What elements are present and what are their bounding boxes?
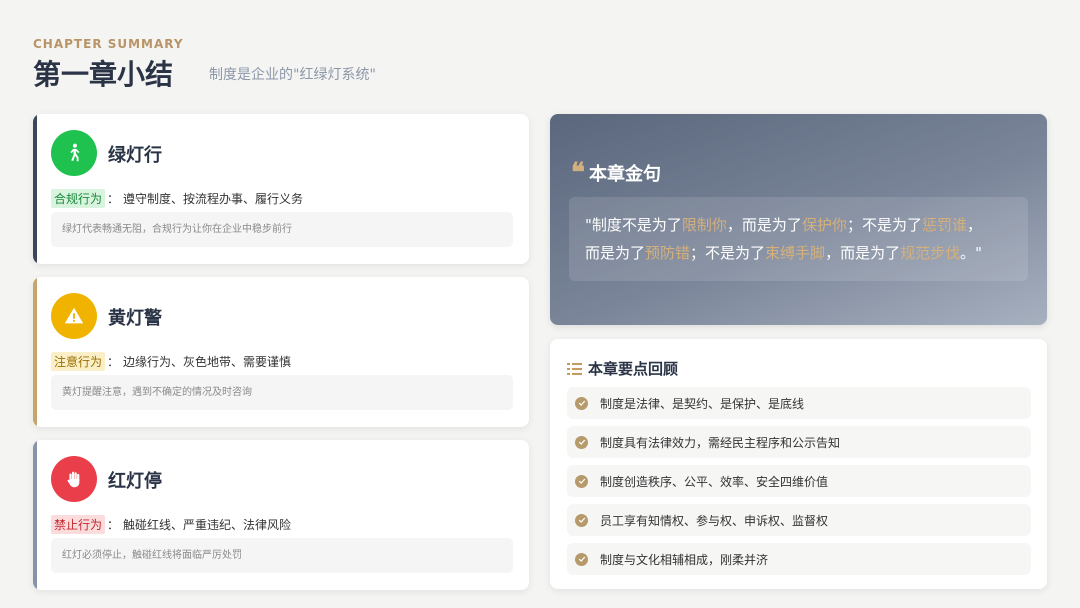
light-title: 黄灯警 <box>108 308 162 329</box>
check-icon <box>575 396 588 410</box>
yellow-light-card: 黄灯警 注意行为：边缘行为、灰色地带、需要谨慎 黄灯提醒注意，遇到不确定的情况及… <box>33 277 529 427</box>
check-icon <box>575 552 588 566</box>
list-item: 制度创造秩序、公平、效率、安全四维价值 <box>567 465 1031 497</box>
quote-heading: ❝ 本章金句 <box>571 160 661 186</box>
quote-highlight: 规范步伐 <box>900 244 961 262</box>
behavior-desc: 边缘行为、灰色地带、需要谨慎 <box>123 355 292 369</box>
behavior-tag: 合规行为 <box>51 189 106 208</box>
quote-segment: ，而是为了 <box>825 244 901 262</box>
warning-triangle-icon <box>51 293 97 339</box>
check-icon <box>575 474 588 488</box>
list-item: 制度具有法律效力，需经民主程序和公示告知 <box>567 426 1031 458</box>
tag-colon: ： <box>107 518 120 532</box>
review-heading-label: 本章要点回顾 <box>588 360 679 378</box>
stop-hand-icon <box>51 456 97 502</box>
quote-text: "制度不是为了限制你，而是为了保护你；不是为了惩罚谁， 而是为了预防错；不是为了束… <box>569 197 1028 281</box>
quote-segment: 而是为了 <box>585 244 646 262</box>
behavior-desc: 触碰红线、严重违纪、法律风险 <box>123 518 292 532</box>
light-title: 绿灯行 <box>108 145 162 166</box>
chapter-eyebrow: CHAPTER SUMMARY <box>33 37 184 51</box>
quote-icon: ❝ <box>571 158 585 188</box>
behavior-line: 合规行为：遵守制度、按流程办事、履行义务 <box>51 189 303 208</box>
page-subtitle: 制度是企业的"红绿灯系统" <box>209 67 376 83</box>
walking-person-icon <box>51 130 97 176</box>
list-item-text: 制度是法律、是契约、是保护、是底线 <box>600 396 805 411</box>
list-item: 员工享有知情权、参与权、申诉权、监督权 <box>567 504 1031 536</box>
card-accent-bar <box>33 277 37 427</box>
key-points-review-card: 本章要点回顾 制度是法律、是契约、是保护、是底线 制度具有法律效力，需经民主程序… <box>550 339 1047 589</box>
quote-segment: ，而是为了 <box>726 216 802 234</box>
card-accent-bar <box>33 440 37 590</box>
list-item: 制度与文化相辅相成，刚柔并济 <box>567 543 1031 575</box>
light-note: 黄灯提醒注意，遇到不确定的情况及时咨询 <box>51 375 513 410</box>
quote-segment: ， <box>966 216 982 234</box>
card-accent-bar <box>33 114 37 264</box>
list-item: 制度是法律、是契约、是保护、是底线 <box>567 387 1031 419</box>
behavior-tag: 注意行为 <box>51 352 106 371</box>
red-light-card: 红灯停 禁止行为：触碰红线、严重违纪、法律风险 红灯必须停止，触碰红线将面临严厉… <box>33 440 529 590</box>
behavior-tag: 禁止行为 <box>51 515 106 534</box>
green-light-card: 绿灯行 合规行为：遵守制度、按流程办事、履行义务 绿灯代表畅通无阻，合规行为让你… <box>33 114 529 264</box>
quote-segment: ；不是为了 <box>846 216 922 234</box>
list-icon <box>567 362 582 375</box>
quote-highlight: 束缚手脚 <box>765 244 826 262</box>
behavior-line: 禁止行为：触碰红线、严重违纪、法律风险 <box>51 515 291 534</box>
light-title: 红灯停 <box>108 471 162 492</box>
page-title: 第一章小结 <box>33 58 174 91</box>
check-icon <box>575 435 588 449</box>
quote-highlight: 预防错 <box>645 244 691 262</box>
quote-highlight: 限制你 <box>681 216 727 234</box>
quote-heading-label: 本章金句 <box>589 164 661 185</box>
quote-segment: "制度不是为了 <box>585 216 682 234</box>
tag-colon: ： <box>107 192 120 206</box>
quote-highlight: 保护你 <box>801 216 847 234</box>
summary-slide: CHAPTER SUMMARY 第一章小结 制度是企业的"红绿灯系统" 绿灯行 … <box>0 0 1080 608</box>
list-item-text: 制度具有法律效力，需经民主程序和公示告知 <box>600 435 841 450</box>
quote-segment: ；不是为了 <box>690 244 766 262</box>
light-note: 红灯必须停止，触碰红线将面临严厉处罚 <box>51 538 513 573</box>
light-note: 绿灯代表畅通无阻，合规行为让你在企业中稳步前行 <box>51 212 513 247</box>
list-item-text: 制度创造秩序、公平、效率、安全四维价值 <box>600 474 829 489</box>
golden-quote-panel: ❝ 本章金句 "制度不是为了限制你，而是为了保护你；不是为了惩罚谁， 而是为了预防… <box>550 114 1047 325</box>
check-icon <box>575 513 588 527</box>
behavior-desc: 遵守制度、按流程办事、履行义务 <box>123 192 304 206</box>
review-heading: 本章要点回顾 <box>567 358 678 379</box>
list-item-text: 员工享有知情权、参与权、申诉权、监督权 <box>600 513 829 528</box>
tag-colon: ： <box>107 355 120 369</box>
quote-segment: 。" <box>960 244 982 262</box>
list-item-text: 制度与文化相辅相成，刚柔并济 <box>600 552 769 567</box>
quote-highlight: 惩罚谁 <box>921 216 967 234</box>
behavior-line: 注意行为：边缘行为、灰色地带、需要谨慎 <box>51 352 291 371</box>
